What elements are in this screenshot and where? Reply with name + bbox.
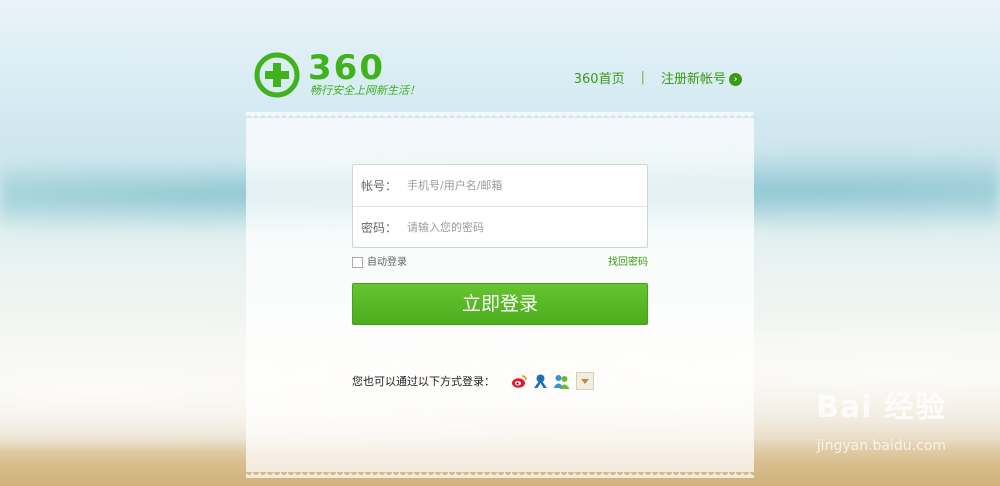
slogan: 畅行安全上网新生活！ [310,84,420,97]
social-login: 您也可以通过以下方式登录： [352,372,594,390]
auto-login-label[interactable]: 自动登录 [367,257,407,268]
login-button[interactable]: 立即登录 [352,283,648,325]
header: 360 畅行安全上网新生活！ 360首页 | 注册新帐号 › [254,46,754,106]
people-icon[interactable] [553,373,570,390]
watermark-text: Bai 经验 [816,390,946,425]
qq-icon[interactable] [532,373,549,390]
credentials-box: 帐号： 密码： [352,164,648,248]
auto-login-checkbox[interactable] [352,256,363,268]
top-nav: 360首页 | 注册新帐号 › [574,68,742,87]
watermark-url: jingyan.baidu.com [816,438,946,454]
nav-separator: | [640,70,645,85]
watermark: Bai 经验 jingyan.baidu.com [816,382,946,454]
account-input[interactable] [405,178,629,193]
forgot-password-link[interactable]: 找回密码 [608,253,648,268]
home-link[interactable]: 360首页 [574,68,625,87]
social-prompt: 您也可以通过以下方式登录： [352,375,495,388]
weibo-icon[interactable] [511,373,528,390]
password-label: 密码： [361,221,398,235]
password-row: 密码： [353,206,647,248]
login-options: 自动登录 找回密码 [352,253,648,268]
account-label: 帐号： [361,179,398,193]
register-label: 注册新帐号 [660,72,726,87]
login-panel: 帐号： 密码： 自动登录 找回密码 立即登录 您也可以通过以下方式登录： [246,118,754,478]
chevron-right-circle-icon: › [729,73,742,86]
360-logo-icon [254,52,300,98]
register-link[interactable]: 注册新帐号 › [661,68,742,87]
chevron-down-icon[interactable] [576,372,594,390]
account-row: 帐号： [353,165,647,206]
password-input[interactable] [405,220,629,235]
logo[interactable]: 360 畅行安全上网新生活！ [254,46,454,102]
